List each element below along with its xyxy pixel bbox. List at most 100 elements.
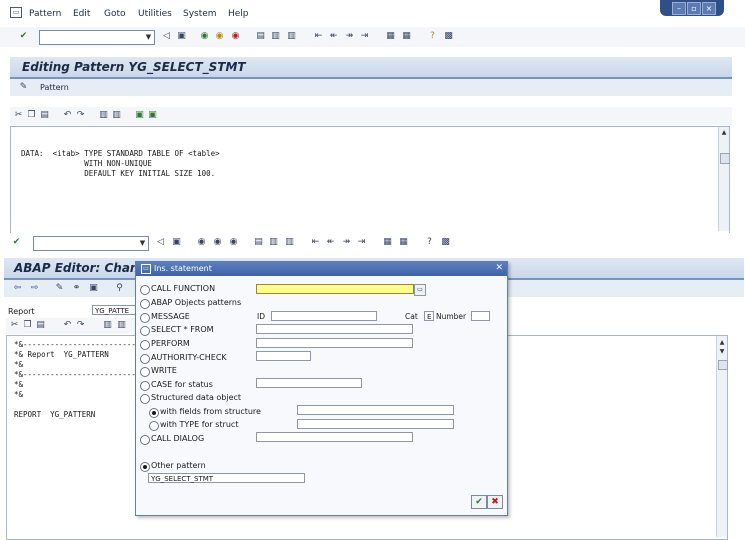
radio-perform[interactable] — [140, 340, 150, 350]
redo-icon[interactable]: ↷ — [75, 320, 86, 331]
previous-page-icon[interactable]: ↞ — [325, 237, 336, 248]
previous-page-icon[interactable]: ↞ — [328, 31, 339, 42]
back-arrow-icon[interactable]: ◁ — [155, 237, 166, 248]
copy-icon[interactable]: ❐ — [26, 110, 37, 121]
close-icon[interactable]: ✕ — [495, 263, 503, 273]
radio-call-dialog[interactable] — [140, 435, 150, 445]
cat-input[interactable]: E — [424, 311, 434, 321]
back-icon[interactable]: ◉ — [199, 31, 210, 42]
forward-arrow-icon[interactable]: ⇨ — [29, 283, 40, 294]
menu-utilities[interactable]: Utilities — [138, 9, 172, 19]
cancel-icon[interactable]: ◉ — [228, 237, 239, 248]
search-icon[interactable]: ▥ — [102, 320, 113, 331]
print-icon[interactable]: ▤ — [255, 31, 266, 42]
back-arrow-icon[interactable]: ◁ — [161, 31, 172, 42]
last-page-icon[interactable]: ⇥ — [356, 237, 367, 248]
menu-pattern[interactable]: Pattern — [29, 9, 61, 19]
paste-icon[interactable]: ▤ — [35, 320, 46, 331]
radio-with-fields[interactable] — [149, 408, 159, 418]
paste-icon[interactable]: ▤ — [39, 110, 50, 121]
last-page-icon[interactable]: ⇥ — [359, 31, 370, 42]
with-type-input[interactable] — [297, 419, 454, 429]
cut-icon[interactable]: ✂ — [13, 110, 24, 121]
active-inactive-icon[interactable]: ⚭ — [71, 283, 82, 294]
cut-icon[interactable]: ✂ — [9, 320, 20, 331]
radio-call-function[interactable] — [140, 285, 150, 295]
menu-system[interactable]: System — [183, 9, 217, 19]
confirm-button[interactable]: ✔ — [471, 495, 487, 509]
cancel-button[interactable]: ✖ — [487, 495, 503, 509]
report-field[interactable]: YG_PATTE — [92, 305, 136, 315]
radio-select-from[interactable] — [140, 326, 150, 336]
display-change-icon[interactable]: ✎ — [54, 283, 65, 294]
exit-icon[interactable]: ◉ — [214, 31, 225, 42]
search-next-icon[interactable]: ▥ — [111, 110, 122, 121]
pattern-button[interactable]: Pattern — [40, 83, 69, 92]
next-page-icon[interactable]: ↠ — [344, 31, 355, 42]
cancel-icon[interactable]: ◉ — [230, 31, 241, 42]
search-next-icon[interactable]: ▥ — [116, 320, 127, 331]
menu-goto[interactable]: Goto — [104, 9, 126, 19]
exit-icon[interactable]: ◉ — [212, 237, 223, 248]
pattern-icon[interactable]: ✎ — [18, 82, 29, 93]
new-session-icon[interactable]: ▦ — [382, 237, 393, 248]
enter-icon[interactable]: ✔ — [18, 31, 29, 42]
find-next-icon[interactable]: ▥ — [284, 237, 295, 248]
value-help-icon[interactable]: ▭ — [414, 284, 426, 296]
system-menu-icon[interactable]: ▭ — [10, 7, 22, 18]
copy-icon[interactable]: ❐ — [22, 320, 33, 331]
command-field[interactable]: ▼ — [33, 236, 149, 251]
message-id-input[interactable] — [271, 311, 377, 321]
pattern-code[interactable]: DATA: <itab> TYPE STANDARD TABLE OF <tab… — [21, 149, 220, 179]
next-page-icon[interactable]: ↠ — [341, 237, 352, 248]
call-function-input[interactable] — [256, 284, 414, 294]
select-from-input[interactable] — [256, 324, 413, 334]
shortcut-icon[interactable]: ▦ — [401, 31, 412, 42]
other-pattern-input[interactable]: YG_SELECT_STMT — [148, 473, 305, 483]
number-input[interactable] — [471, 311, 490, 321]
radio-write[interactable] — [140, 367, 150, 377]
pattern-editor-scrollbar[interactable]: ▲ — [718, 127, 730, 231]
search-icon[interactable]: ▥ — [98, 110, 109, 121]
find-next-icon[interactable]: ▥ — [286, 31, 297, 42]
first-page-icon[interactable]: ⇤ — [310, 237, 321, 248]
maximize-icon[interactable]: ▫ — [687, 2, 701, 15]
abap-editor-scrollbar[interactable]: ▲ ▼ — [716, 336, 728, 537]
back-arrow-icon[interactable]: ⇦ — [12, 283, 23, 294]
redo-icon[interactable]: ↷ — [75, 110, 86, 121]
minimize-icon[interactable]: – — [672, 2, 686, 15]
insert-icon[interactable]: ▣ — [134, 110, 145, 121]
radio-other-pattern[interactable] — [140, 462, 150, 472]
perform-input[interactable] — [256, 338, 413, 348]
pattern-editor[interactable]: DATA: <itab> TYPE STANDARD TABLE OF <tab… — [10, 126, 730, 234]
radio-with-type[interactable] — [149, 421, 159, 431]
call-dialog-input[interactable] — [256, 432, 413, 442]
chevron-down-icon[interactable]: ▼ — [138, 238, 147, 249]
shortcut-icon[interactable]: ▦ — [398, 237, 409, 248]
find-icon[interactable]: ▥ — [268, 237, 279, 248]
chevron-down-icon[interactable]: ▼ — [144, 32, 153, 43]
layout-menu-icon[interactable]: ▩ — [440, 237, 451, 248]
radio-abap-objects[interactable] — [140, 299, 150, 309]
menu-help[interactable]: Help — [228, 9, 249, 19]
radio-case-for-status[interactable] — [140, 381, 150, 391]
radio-authority-check[interactable] — [140, 354, 150, 364]
help-icon[interactable]: ? — [427, 31, 438, 42]
with-fields-input[interactable] — [297, 405, 454, 415]
new-session-icon[interactable]: ▦ — [385, 31, 396, 42]
back-icon[interactable]: ◉ — [196, 237, 207, 248]
case-for-status-input[interactable] — [256, 378, 362, 388]
radio-message[interactable] — [140, 313, 150, 323]
undo-icon[interactable]: ↶ — [62, 320, 73, 331]
upload-icon[interactable]: ▣ — [147, 110, 158, 121]
print-icon[interactable]: ▤ — [253, 237, 264, 248]
help-icon[interactable]: ? — [424, 237, 435, 248]
save-icon[interactable]: ▣ — [176, 31, 187, 42]
other-object-icon[interactable]: ▣ — [88, 283, 99, 294]
check-icon[interactable]: ⚲ — [114, 283, 125, 294]
command-field[interactable]: ▼ — [39, 30, 155, 45]
close-icon[interactable]: × — [702, 2, 716, 15]
menu-edit[interactable]: Edit — [73, 9, 90, 19]
layout-menu-icon[interactable]: ▩ — [443, 31, 454, 42]
first-page-icon[interactable]: ⇤ — [313, 31, 324, 42]
